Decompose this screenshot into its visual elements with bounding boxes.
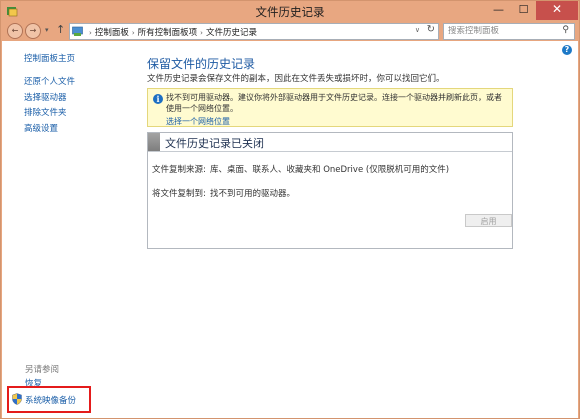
window: 文件历史记录 — ☐ ✕ ← → ▾ ↑ › 控制面板 › 所有控制面板项 › 文件历史记… (0, 0, 580, 419)
sidebar-item-system-image-backup[interactable]: 系统映像备份 (7, 386, 91, 413)
help-icon[interactable]: ? (562, 45, 572, 55)
address-bar[interactable]: › 控制面板 › 所有控制面板项 › 文件历史记录 ∨ ↻ (69, 23, 439, 40)
navigation-bar: ← → ▾ ↑ ›控制面板›所有控制面板项›文件历史记录 ∨ ↻ ⚲ (1, 22, 579, 40)
sidebar-item-control-panel-home[interactable]: 控制面板主页 (24, 52, 75, 64)
system-image-backup-label: 系统映像备份 (25, 396, 77, 406)
shield-icon (12, 393, 22, 405)
breadcrumb-item-all-items[interactable]: 所有控制面板项 (138, 28, 198, 38)
search-input[interactable] (448, 26, 552, 36)
status-title: 文件历史记录已关闭 (165, 137, 264, 150)
title-bar[interactable]: 文件历史记录 — ☐ ✕ (1, 1, 579, 22)
select-network-location-link[interactable]: 选择一个网络位置 (166, 116, 230, 127)
enable-button[interactable]: 启用 (465, 214, 512, 227)
up-button[interactable]: ↑ (56, 23, 65, 36)
search-box[interactable]: ⚲ (443, 23, 575, 40)
copy-to-value: 找不到可用的驱动器。 (210, 189, 296, 199)
sidebar-item-exclude-folders[interactable]: 排除文件夹 (24, 106, 75, 122)
breadcrumb: › 控制面板 › 所有控制面板项 › 文件历史记录 (86, 26, 257, 38)
minimize-button[interactable]: — (486, 1, 511, 20)
breadcrumb-separator[interactable]: › (132, 29, 135, 37)
content-area: ? 控制面板主页 还原个人文件 选择驱动器 排除文件夹 高级设置 另请参阅 恢复… (2, 41, 578, 418)
recent-locations-dropdown[interactable]: ▾ (45, 26, 49, 34)
info-icon: i (153, 94, 163, 104)
intro-text: 文件历史记录会保存文件的副本，因此在文件丢失或损坏时，你可以找回它们。 (147, 74, 445, 84)
warning-text: 找不到可用驱动器。建议你将外部驱动器用于文件历史记录。连接一个驱动器并刷新此页，… (166, 93, 502, 113)
breadcrumb-separator: › (89, 29, 92, 37)
maximize-button[interactable]: ☐ (511, 1, 536, 20)
see-also-heading: 另请参阅 (25, 365, 60, 375)
breadcrumb-item-control-panel[interactable]: 控制面板 (95, 28, 129, 38)
control-panel-icon (72, 26, 83, 36)
sidebar-item-select-drive[interactable]: 选择驱动器 (24, 91, 75, 107)
sidebar-item-restore-files[interactable]: 还原个人文件 (24, 75, 75, 91)
search-icon[interactable]: ⚲ (562, 25, 569, 35)
copy-from-value: 库、桌面、联系人、收藏夹和 OneDrive (仅限脱机可用的文件) (210, 165, 450, 175)
back-button[interactable]: ← (7, 23, 23, 39)
refresh-button[interactable]: ↻ (427, 24, 435, 35)
breadcrumb-item-file-history[interactable]: 文件历史记录 (206, 28, 257, 38)
warning-banner: i 找不到可用驱动器。建议你将外部驱动器用于文件历史记录。连接一个驱动器并刷新此… (147, 88, 513, 127)
close-button[interactable]: ✕ (536, 1, 578, 20)
forward-button[interactable]: → (25, 23, 41, 39)
status-header: 文件历史记录已关闭 (148, 133, 512, 152)
sidebar-task-list: 还原个人文件 选择驱动器 排除文件夹 高级设置 (24, 75, 75, 137)
page-title: 保留文件的历史记录 (147, 57, 256, 71)
address-dropdown-button[interactable]: ∨ (415, 26, 420, 34)
status-indicator-bar (148, 133, 160, 151)
copy-from-label: 文件复制来源: (152, 165, 206, 175)
copy-to-label: 将文件复制到: (152, 189, 206, 199)
status-panel: 文件历史记录已关闭 文件复制来源: 库、桌面、联系人、收藏夹和 OneDrive… (147, 132, 513, 249)
breadcrumb-separator[interactable]: › (200, 29, 203, 37)
sidebar-item-advanced-settings[interactable]: 高级设置 (24, 122, 75, 138)
